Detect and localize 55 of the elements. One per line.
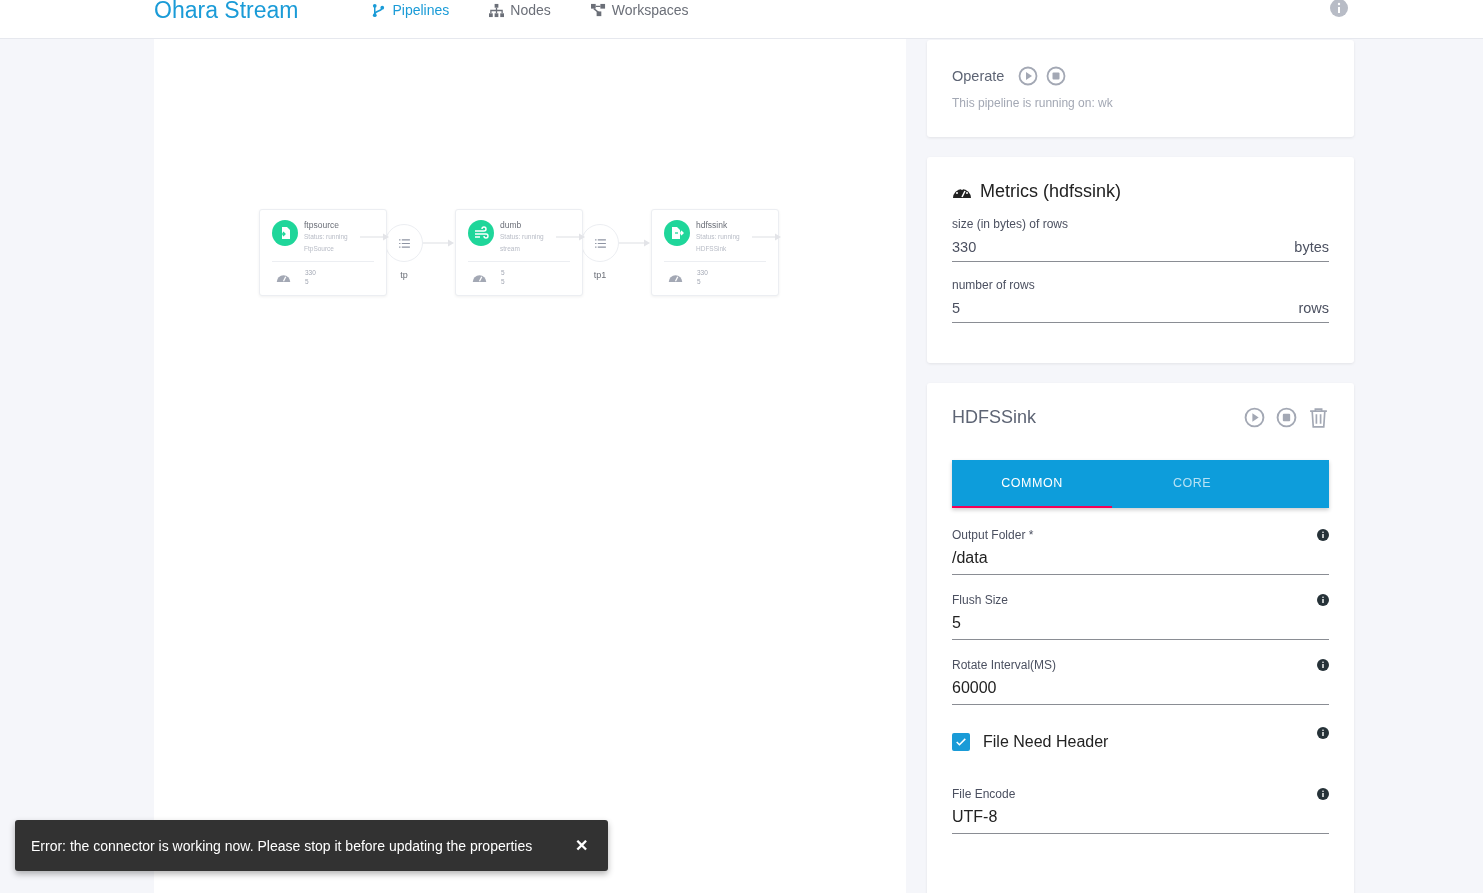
nav-link[interactable]: Workspaces xyxy=(590,2,689,18)
play-icon[interactable] xyxy=(1018,66,1039,86)
stop-icon[interactable] xyxy=(1276,407,1297,428)
topic-name: tp xyxy=(399,270,409,280)
field-label: File Encode xyxy=(952,787,1016,801)
file-icon xyxy=(272,220,298,246)
metric-field: 5 rows xyxy=(952,292,1329,323)
info-icon[interactable] xyxy=(1317,594,1329,606)
play-icon[interactable] xyxy=(1244,407,1265,428)
nav-link[interactable]: Pipelines xyxy=(371,2,450,18)
node-name: hdfssink xyxy=(696,219,729,231)
field-label: Rotate Interval(MS) xyxy=(952,658,1057,672)
info-icon[interactable] xyxy=(1317,529,1329,541)
connector-arrow xyxy=(360,233,390,241)
field-label: Flush Size xyxy=(952,593,1009,607)
panel-title: HDFSSink xyxy=(952,407,1036,428)
field-label: Output Folder * xyxy=(952,528,1034,542)
info-icon[interactable] xyxy=(1317,788,1329,800)
trash-icon[interactable] xyxy=(1308,407,1329,428)
stop-icon[interactable] xyxy=(1046,66,1067,86)
network-icon xyxy=(590,2,606,18)
connector-arrow xyxy=(752,233,782,241)
topic-name: tp1 xyxy=(592,270,608,280)
stream-icon xyxy=(468,220,494,246)
panel-title: Operate xyxy=(952,68,1005,84)
sitemap-icon xyxy=(489,2,505,18)
list-icon xyxy=(594,238,606,248)
metric-field: 330 bytes xyxy=(952,231,1329,262)
input-field[interactable]: 60000 xyxy=(952,672,1329,705)
info-icon[interactable] xyxy=(1317,727,1329,739)
error-message: Error: the connector is working now. Please stop it before updating the properties xyxy=(31,837,533,854)
tab[interactable]: COMMON xyxy=(952,460,1112,508)
app-logo[interactable]: Ohara Stream xyxy=(154,0,299,20)
connector-arrow xyxy=(619,239,651,247)
field-label: size (in bytes) of rows xyxy=(952,217,1070,231)
input-field[interactable]: UTF-8 xyxy=(952,801,1329,834)
panel-title: Metrics (hdfssink) xyxy=(980,181,1122,202)
checkbox[interactable] xyxy=(952,733,970,751)
pipeline-info-text: This pipeline is running on: wk xyxy=(952,96,1114,110)
list-icon xyxy=(398,238,410,248)
topic-node[interactable] xyxy=(385,224,423,262)
node-name: dumb xyxy=(500,219,523,231)
file-icon xyxy=(664,220,690,246)
node-name: ftpsource xyxy=(304,219,340,231)
nav-link[interactable]: Nodes xyxy=(489,2,551,18)
connector-arrow xyxy=(423,239,455,247)
topic-node[interactable] xyxy=(581,224,619,262)
checkbox-label: File Need Header xyxy=(983,733,1109,751)
close-button[interactable]: ✕ xyxy=(571,836,592,855)
info-icon[interactable] xyxy=(1317,659,1329,671)
connector-arrow xyxy=(556,233,586,241)
branch-icon xyxy=(371,2,387,18)
field-label: number of rows xyxy=(952,278,1036,292)
input-field[interactable]: /data xyxy=(952,542,1329,575)
input-field[interactable]: 5 xyxy=(952,607,1329,640)
